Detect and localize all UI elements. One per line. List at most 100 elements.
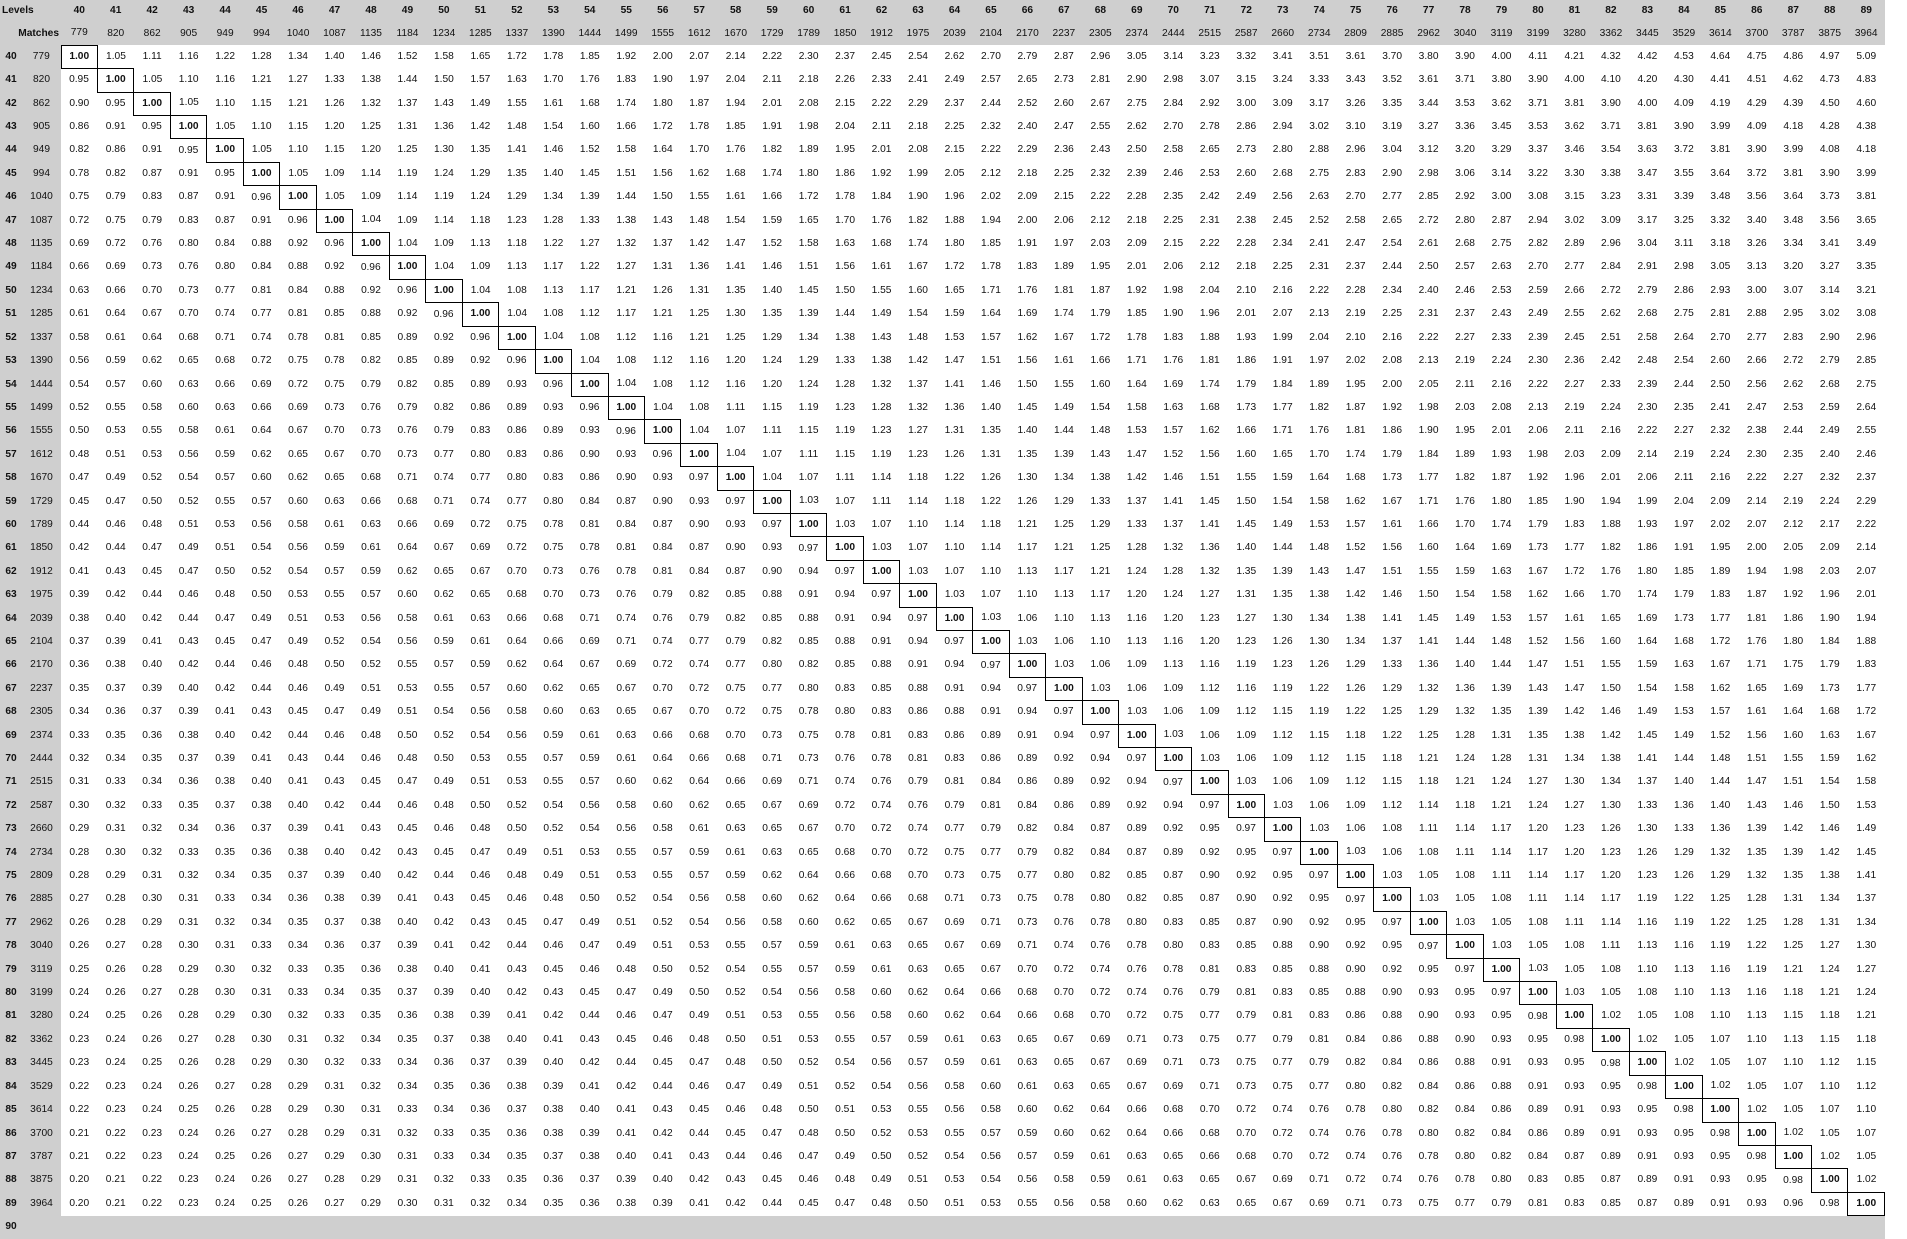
ratio-cell: 0.83 bbox=[535, 466, 572, 491]
row-level: 45 bbox=[0, 162, 22, 186]
ratio-cell: 0.76 bbox=[389, 419, 426, 444]
ratio-cell: 0.35 bbox=[279, 911, 317, 935]
ratio-cell: 0.61 bbox=[826, 934, 864, 959]
ratio-cell: 2.04 bbox=[1300, 326, 1338, 350]
ratio-cell: 0.43 bbox=[680, 1145, 718, 1169]
ratio-cell: 0.56 bbox=[462, 700, 499, 725]
ratio-cell: 0.97 bbox=[899, 607, 937, 631]
ratio-cell: 0.88 bbox=[1410, 1028, 1447, 1052]
ratio-cell: 0.89 bbox=[1009, 747, 1046, 771]
ratio-cell: 0.22 bbox=[133, 1168, 171, 1193]
ratio-cell: 0.75 bbox=[1264, 1075, 1301, 1099]
ratio-cell: 2.05 bbox=[1410, 373, 1447, 397]
ratio-cell: 2.27 bbox=[1665, 419, 1703, 444]
ratio-cell: 0.86 bbox=[462, 396, 499, 420]
ratio-cell: 0.41 bbox=[243, 747, 280, 771]
ratio-cell: 0.34 bbox=[389, 1075, 426, 1099]
ratio-cell: 0.65 bbox=[1082, 1075, 1119, 1099]
ratio-cell: 0.52 bbox=[608, 887, 645, 912]
ratio-cell: 1.81 bbox=[1337, 419, 1374, 444]
row-level: 63 bbox=[0, 583, 22, 608]
ratio-cell: 0.46 bbox=[680, 1075, 718, 1099]
ratio-cell: 0.71 bbox=[753, 747, 791, 771]
ratio-cell: 0.94 bbox=[826, 583, 864, 608]
ratio-cell: 3.40 bbox=[1738, 209, 1776, 233]
ratio-cell: 1.53 bbox=[1483, 607, 1520, 631]
ratio-cell: 1.77 bbox=[1847, 677, 1885, 701]
ratio-cell: 1.16 bbox=[644, 326, 681, 350]
ratio-cell: 0.90 bbox=[1446, 1028, 1484, 1052]
ratio-cell: 0.24 bbox=[170, 1122, 207, 1146]
ratio-cell: 0.36 bbox=[462, 1098, 499, 1122]
ratio-cell: 0.66 bbox=[61, 255, 98, 280]
column-level-header: 44 bbox=[206, 0, 244, 23]
ratio-cell: 1.36 bbox=[1410, 653, 1447, 678]
ratio-cell: 1.22 bbox=[1373, 724, 1411, 748]
ratio-cell: 4.97 bbox=[1811, 45, 1848, 69]
ratio-cell: 0.56 bbox=[571, 794, 609, 818]
ratio-cell: 2.51 bbox=[1592, 326, 1630, 350]
ratio-cell: 1.09 bbox=[425, 232, 463, 256]
diagonal-cell: 1.00 bbox=[1665, 1074, 1703, 1100]
ratio-cell: 3.10 bbox=[1337, 115, 1374, 139]
ratio-cell: 0.71 bbox=[1191, 1075, 1228, 1099]
row-matches: 1135 bbox=[22, 232, 61, 256]
ratio-cell: 1.35 bbox=[753, 302, 791, 327]
ratio-cell: 0.52 bbox=[425, 724, 463, 748]
ratio-cell: 0.35 bbox=[61, 677, 98, 701]
ratio-cell: 0.54 bbox=[243, 536, 280, 561]
ratio-cell: 0.29 bbox=[316, 1145, 353, 1169]
ratio-cell: 1.07 bbox=[790, 466, 827, 491]
ratio-cell: 1.13 bbox=[1118, 630, 1156, 654]
ratio-cell: 1.05 bbox=[133, 68, 171, 93]
ratio-cell: 1.68 bbox=[571, 92, 609, 116]
ratio-cell: 0.26 bbox=[97, 981, 134, 1005]
ratio-cell: 1.81 bbox=[1045, 279, 1083, 303]
ratio-cell: 1.35 bbox=[1009, 443, 1046, 467]
ratio-cell: 0.91 bbox=[790, 583, 827, 608]
ratio-cell: 0.74 bbox=[680, 653, 718, 678]
column-level-header: 40 bbox=[61, 0, 98, 23]
ratio-cell: 0.79 bbox=[644, 583, 681, 608]
ratio-cell: 1.11 bbox=[717, 396, 754, 420]
ratio-cell: 0.59 bbox=[1009, 1122, 1046, 1146]
ratio-cell: 2.45 bbox=[863, 45, 900, 69]
ratio-cell: 1.03 bbox=[1337, 841, 1374, 865]
ratio-cell: 0.55 bbox=[608, 841, 645, 865]
ratio-cell: 2.81 bbox=[1082, 68, 1119, 93]
ratio-cell: 0.43 bbox=[243, 700, 280, 725]
ratio-cell: 2.44 bbox=[1373, 255, 1411, 280]
ratio-cell: 1.43 bbox=[644, 209, 681, 233]
ratio-cell: 4.64 bbox=[1702, 45, 1739, 69]
ratio-cell: 2.05 bbox=[1775, 536, 1812, 561]
ratio-cell: 0.79 bbox=[1191, 981, 1228, 1005]
ratio-cell: 1.53 bbox=[1118, 419, 1156, 444]
row-matches: 2039 bbox=[22, 607, 61, 631]
ratio-cell: 1.89 bbox=[1300, 373, 1338, 397]
ratio-cell: 0.73 bbox=[389, 443, 426, 467]
row-matches: 1184 bbox=[22, 255, 61, 280]
ratio-cell: 1.26 bbox=[1337, 677, 1374, 701]
ratio-cell: 0.93 bbox=[717, 513, 754, 537]
ratio-cell: 1.87 bbox=[680, 92, 718, 116]
ratio-cell: 0.77 bbox=[1009, 864, 1046, 888]
ratio-cell: 0.89 bbox=[535, 419, 572, 444]
ratio-cell: 0.63 bbox=[972, 1028, 1010, 1052]
ratio-cell: 1.43 bbox=[1519, 677, 1557, 701]
ratio-cell: 0.28 bbox=[279, 1122, 317, 1146]
ratio-cell: 1.15 bbox=[1264, 700, 1301, 725]
ratio-cell: 0.82 bbox=[753, 630, 791, 654]
ratio-cell: 1.89 bbox=[1045, 255, 1083, 280]
ratio-cell: 1.23 bbox=[1264, 653, 1301, 678]
ratio-cell: 0.86 bbox=[1045, 794, 1083, 818]
ratio-cell: 1.61 bbox=[863, 255, 900, 280]
ratio-cell: 0.53 bbox=[316, 607, 353, 631]
ratio-cell: 2.57 bbox=[972, 68, 1010, 93]
ratio-cell: 0.64 bbox=[1118, 1122, 1156, 1146]
ratio-cell: 0.78 bbox=[535, 513, 572, 537]
ratio-cell: 0.51 bbox=[352, 677, 390, 701]
ratio-cell: 1.52 bbox=[1337, 536, 1374, 561]
ratio-cell: 1.77 bbox=[1702, 607, 1739, 631]
ratio-cell: 0.83 bbox=[462, 419, 499, 444]
ratio-cell: 1.46 bbox=[972, 373, 1010, 397]
